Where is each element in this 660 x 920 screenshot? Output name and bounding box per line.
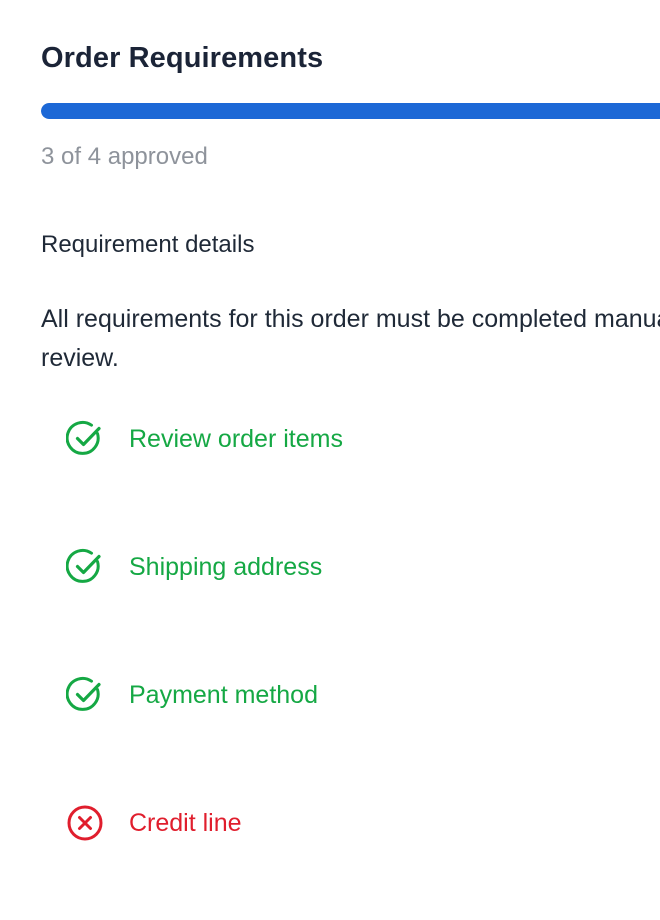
requirement-item-payment-method: Payment method xyxy=(66,675,318,715)
requirement-label: Review order items xyxy=(129,424,343,453)
requirement-details-description: All requirements for this order must be … xyxy=(41,305,660,372)
x-circle-icon xyxy=(67,805,103,841)
check-circle-icon xyxy=(66,420,101,455)
requirement-label: Credit line xyxy=(129,808,242,837)
approval-progress-fill xyxy=(41,103,660,119)
page-title: Order Requirements xyxy=(41,42,324,74)
check-circle-icon xyxy=(66,548,101,583)
approval-progress-bar xyxy=(41,103,660,119)
requirement-details-heading: Requirement details xyxy=(41,231,255,258)
requirement-item-review-order-items: Review order items xyxy=(66,419,343,459)
requirement-item-credit-line: Credit line xyxy=(66,803,242,843)
requirement-item-shipping-address: Shipping address xyxy=(66,547,322,587)
order-requirements-panel: Order Requirements 3 of 4 approved Requi… xyxy=(0,0,660,920)
requirement-label: Shipping address xyxy=(129,552,323,581)
requirement-label: Payment method xyxy=(129,680,318,709)
approval-progress-text: 3 of 4 approved xyxy=(41,143,208,170)
check-circle-icon xyxy=(66,676,101,711)
